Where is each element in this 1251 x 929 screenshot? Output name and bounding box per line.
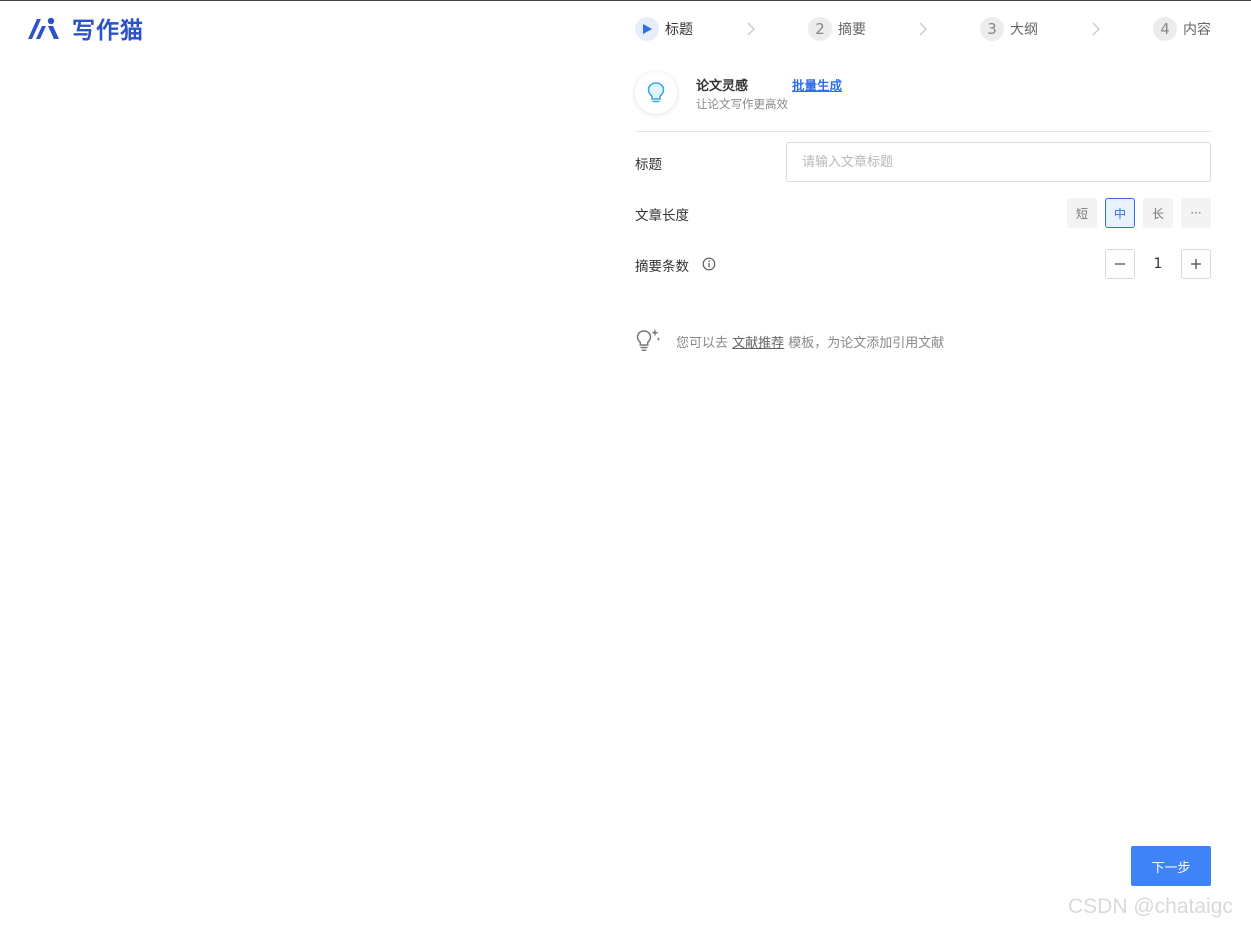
step-label: 内容 xyxy=(1183,22,1211,38)
hint-suffix: 模板，为论文添加引用文献 xyxy=(784,336,945,351)
hint-text: 您可以去 文献推荐 模板，为论文添加引用文献 xyxy=(676,332,944,351)
app-logo[interactable]: 写作猫 xyxy=(26,14,144,44)
step-label: 标题 xyxy=(665,22,693,38)
hint-prefix: 您可以去 xyxy=(676,336,733,351)
step-outline[interactable]: 3 大纲 xyxy=(980,16,1038,42)
title-input[interactable] xyxy=(786,142,1211,182)
divider xyxy=(635,131,1211,132)
minus-icon xyxy=(1115,263,1125,265)
app-name: 写作猫 xyxy=(72,17,144,44)
step-navigation: 标题 2 摘要 3 大纲 4 内容 xyxy=(635,16,1211,42)
chevron-right-icon xyxy=(919,22,927,36)
step-abstract[interactable]: 2 摘要 xyxy=(808,16,866,42)
step-number: 3 xyxy=(980,17,1004,41)
plus-icon xyxy=(1191,259,1201,269)
lightbulb-icon xyxy=(635,72,677,114)
length-medium-button[interactable]: 中 xyxy=(1105,198,1135,228)
play-icon xyxy=(635,17,659,41)
inspiration-subtitle: 让论文写作更高效 xyxy=(696,97,788,111)
length-long-button[interactable]: 长 xyxy=(1143,198,1173,228)
decrement-button[interactable] xyxy=(1105,249,1135,279)
ai-logo-icon xyxy=(28,17,59,39)
step-number: 2 xyxy=(808,17,832,41)
increment-button[interactable] xyxy=(1181,249,1211,279)
next-step-button[interactable]: 下一步 xyxy=(1131,846,1211,886)
step-label: 摘要 xyxy=(838,22,866,38)
literature-recommend-link[interactable]: 文献推荐 xyxy=(732,336,784,351)
length-more-button[interactable]: ··· xyxy=(1181,198,1211,228)
top-border xyxy=(0,0,1251,1)
chevron-right-icon xyxy=(747,22,755,36)
watermark: CSDN @chataigc xyxy=(1068,895,1233,918)
length-short-button[interactable]: 短 xyxy=(1067,198,1097,228)
title-label: 标题 xyxy=(635,157,662,173)
abstract-count-value: 1 xyxy=(1153,256,1163,272)
step-content[interactable]: 4 内容 xyxy=(1153,16,1211,42)
batch-generate-link[interactable]: 批量生成 xyxy=(792,75,842,94)
step-title[interactable]: 标题 xyxy=(635,16,693,42)
abstract-count-label: 摘要条数 xyxy=(635,259,689,275)
chevron-right-icon xyxy=(1092,22,1100,36)
step-number: 4 xyxy=(1153,17,1177,41)
lightbulb-sparkle-icon xyxy=(636,329,661,352)
info-icon[interactable] xyxy=(702,257,716,271)
inspiration-title: 论文灵感 xyxy=(696,79,749,94)
step-label: 大纲 xyxy=(1010,22,1038,38)
length-label: 文章长度 xyxy=(635,208,689,224)
